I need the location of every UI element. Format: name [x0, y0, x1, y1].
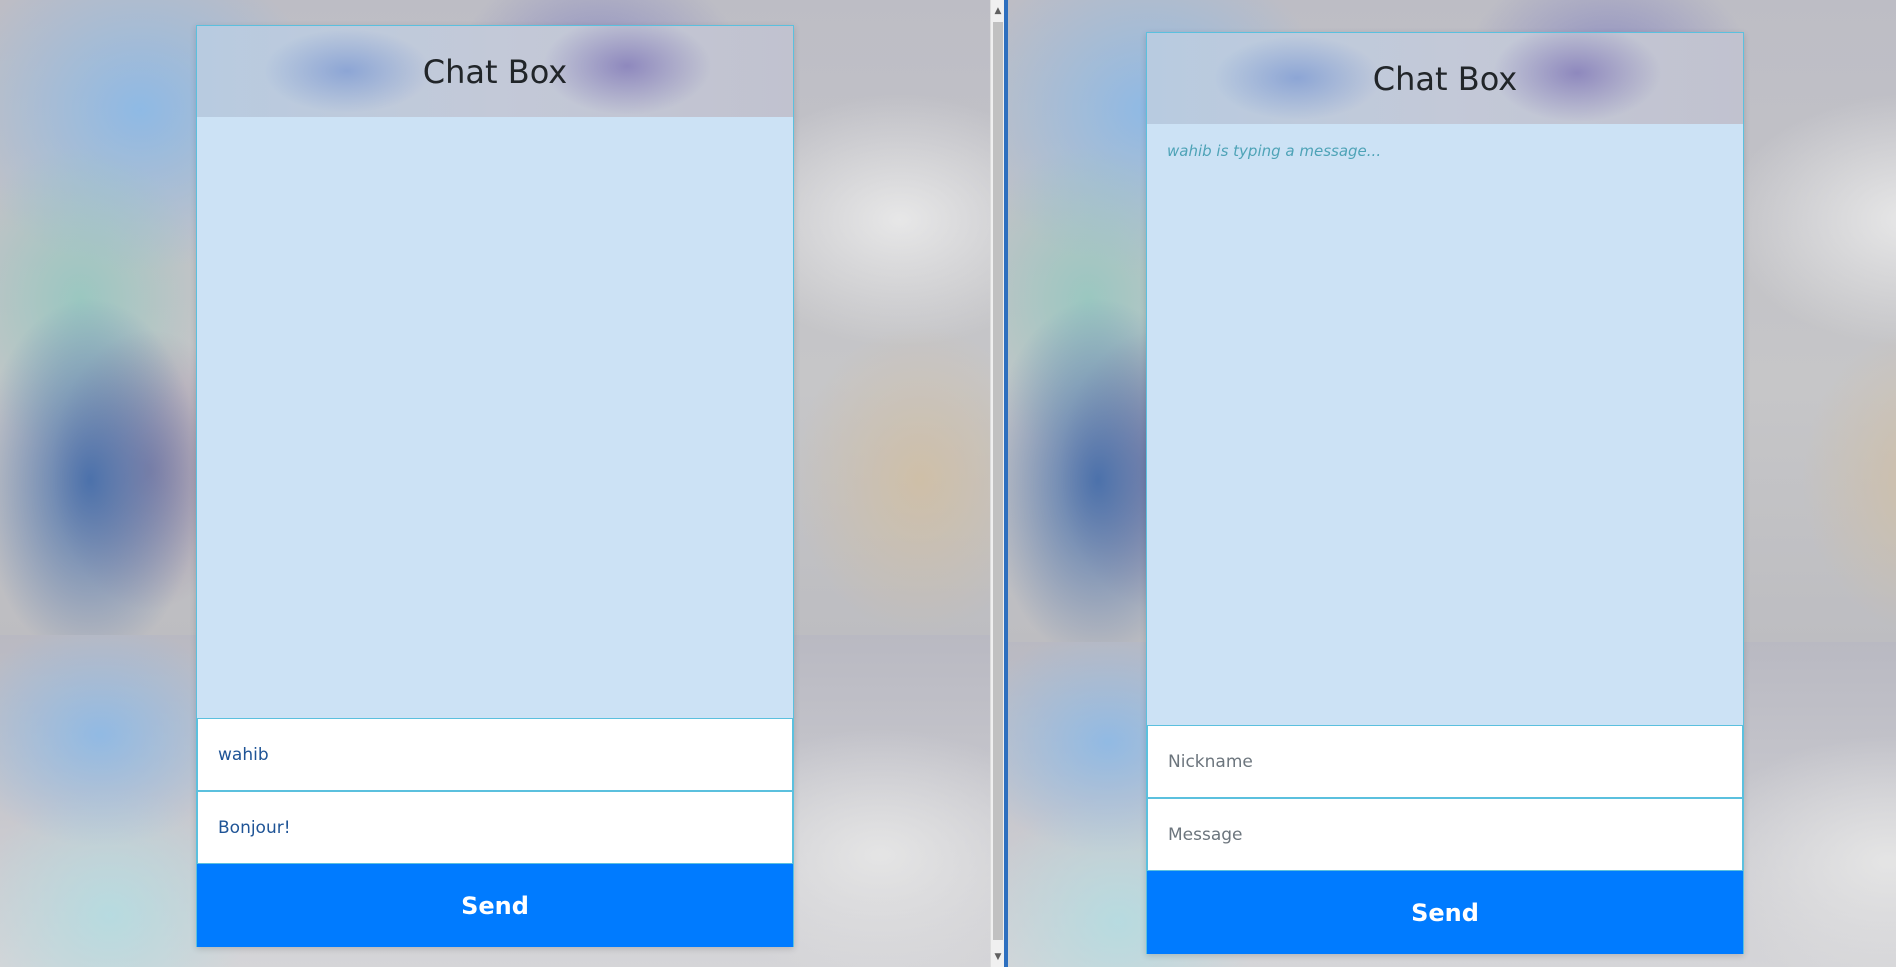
left-browser-pane: Chat Box Send	[0, 0, 990, 967]
message-input[interactable]	[1147, 798, 1743, 871]
nickname-input[interactable]	[1147, 725, 1743, 798]
send-button[interactable]: Send	[197, 864, 793, 947]
nickname-input[interactable]	[197, 718, 793, 791]
vertical-scrollbar[interactable]: ▲ ▼	[990, 0, 1004, 967]
typing-indicator: wahib is typing a message...	[1167, 142, 1382, 160]
chat-messages-area[interactable]: wahib is typing a message...	[1147, 124, 1743, 725]
scroll-up-icon[interactable]: ▲	[991, 2, 1005, 19]
right-browser-pane: Chat Box wahib is typing a message... Se…	[1008, 0, 1896, 967]
chat-title: Chat Box	[1372, 59, 1518, 98]
chat-box: Chat Box wahib is typing a message... Se…	[1146, 32, 1744, 954]
chat-title: Chat Box	[422, 52, 568, 91]
send-button[interactable]: Send	[1147, 871, 1743, 954]
scroll-down-icon[interactable]: ▼	[991, 948, 1005, 965]
chat-box: Chat Box Send	[196, 25, 794, 947]
chat-header: Chat Box	[197, 26, 793, 117]
chat-messages-area[interactable]	[197, 117, 793, 718]
scroll-thumb[interactable]	[993, 22, 1003, 940]
message-input[interactable]	[197, 791, 793, 864]
chat-header: Chat Box	[1147, 33, 1743, 124]
